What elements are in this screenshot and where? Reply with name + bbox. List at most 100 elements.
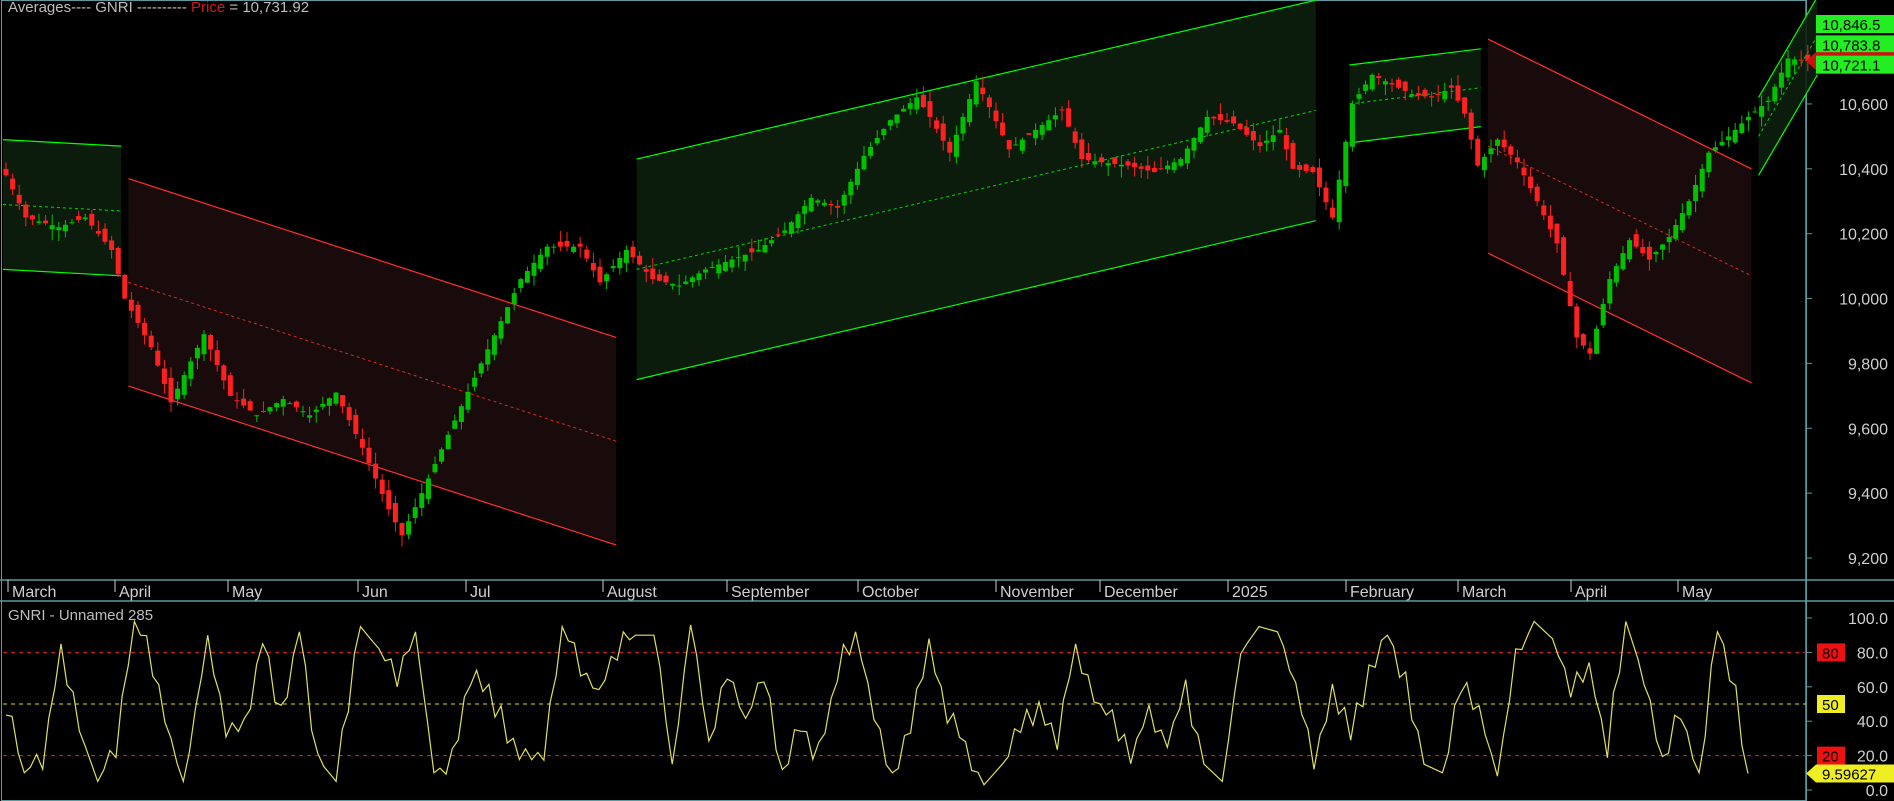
candle-body	[716, 264, 722, 274]
month-label: November	[1000, 584, 1074, 601]
channel-fill-5	[1758, 0, 1818, 176]
candle-body	[808, 198, 814, 212]
osc-level-badge-label: 20	[1822, 749, 1839, 766]
candle-body	[168, 377, 174, 403]
candle-body	[505, 307, 511, 324]
candle-body	[1250, 131, 1256, 141]
candle-body	[802, 206, 808, 214]
candle-body	[1587, 348, 1593, 354]
candle-body	[511, 293, 517, 305]
candle-body	[1330, 207, 1336, 218]
candle-body	[934, 120, 940, 129]
osc-level-badge: 50	[1817, 695, 1845, 714]
candle-body	[848, 181, 854, 196]
candle-body	[1013, 144, 1019, 146]
candle-body	[1521, 167, 1527, 176]
candle-body	[485, 349, 491, 365]
candle-body	[1501, 139, 1507, 148]
price-tick-label: 9,800	[1848, 356, 1888, 373]
candle-body	[498, 321, 504, 339]
candle-body	[82, 217, 88, 220]
candle-body	[755, 249, 761, 252]
candle-body	[109, 240, 115, 250]
price-badges: 10,846.510,783.810,731.910,721.1	[1806, 15, 1894, 75]
candle-body	[643, 269, 649, 272]
candle-body	[1574, 306, 1580, 338]
candle-body	[524, 270, 530, 283]
month-label: 2025	[1232, 584, 1268, 601]
candle-body	[762, 245, 768, 253]
osc-last-value-badge: 9.59627	[1806, 764, 1894, 783]
price-badge-label: 10,783.8	[1822, 37, 1880, 54]
osc-last-pointer	[1806, 764, 1816, 783]
candle-body	[142, 322, 148, 336]
candle-body	[241, 398, 247, 406]
candle-body	[1706, 152, 1712, 173]
candle-body	[881, 129, 887, 136]
candle-body	[1165, 165, 1171, 170]
candle-body	[1277, 129, 1283, 133]
candle-body	[1132, 162, 1138, 168]
candle-body	[927, 101, 933, 117]
candle-body	[670, 283, 676, 286]
candle-body	[1429, 96, 1435, 98]
candle-body	[1105, 163, 1111, 166]
candle-body	[148, 335, 154, 348]
candle-body	[1363, 84, 1369, 91]
candle-body	[610, 266, 616, 269]
candle-body	[914, 97, 920, 110]
osc-last-label: 9.59627	[1822, 766, 1876, 783]
candle-body	[274, 403, 280, 408]
month-label: August	[607, 584, 657, 601]
candle-body	[1580, 334, 1586, 346]
candle-body	[1528, 176, 1534, 189]
candle-body	[320, 403, 326, 407]
candle-body	[1000, 122, 1006, 136]
osc-level-badge: 80	[1817, 643, 1845, 662]
candle-body	[201, 334, 207, 355]
candle-body	[1693, 185, 1699, 202]
candle-body	[1237, 123, 1243, 130]
candle-body	[1019, 139, 1025, 151]
candle-body	[1640, 246, 1646, 254]
candle-body	[1112, 157, 1118, 164]
candle-body	[1745, 116, 1751, 121]
candle-body	[1448, 85, 1454, 88]
candle-body	[188, 361, 194, 379]
candle-body	[1627, 240, 1633, 260]
candle-body	[280, 399, 286, 407]
candle-body	[1435, 94, 1441, 96]
candle-body	[623, 249, 629, 263]
candle-body	[1646, 246, 1652, 260]
candle-body	[1475, 138, 1481, 166]
candle-body	[683, 281, 689, 285]
candle-body	[43, 220, 49, 224]
candle-body	[392, 502, 398, 523]
candle-body	[175, 388, 181, 400]
candle-body	[868, 146, 874, 156]
candle-body	[1257, 142, 1263, 147]
month-label: Jun	[362, 584, 388, 601]
candle-body	[267, 407, 273, 412]
candle-body	[1778, 72, 1784, 88]
candle-body	[76, 216, 82, 220]
candle-body	[379, 479, 385, 494]
price-tick-label: 10,200	[1839, 227, 1888, 244]
candle-body	[445, 434, 451, 449]
candle-body	[1039, 125, 1045, 135]
osc-level-badge: 20	[1817, 746, 1845, 766]
candle-body	[1396, 79, 1402, 88]
candle-body	[1541, 205, 1547, 216]
candle-body	[49, 225, 55, 230]
candle-body	[340, 395, 346, 407]
candle-body	[920, 94, 926, 108]
osc-tick-label: 20.0	[1857, 749, 1888, 766]
candle-body	[564, 240, 570, 247]
candle-body	[676, 285, 682, 287]
candle-body	[1409, 94, 1415, 97]
oscillator-line	[5, 619, 1749, 786]
candle-body	[1376, 76, 1382, 78]
candle-body	[828, 203, 834, 206]
candle-body	[993, 110, 999, 122]
regression-channels	[2, 0, 1818, 546]
